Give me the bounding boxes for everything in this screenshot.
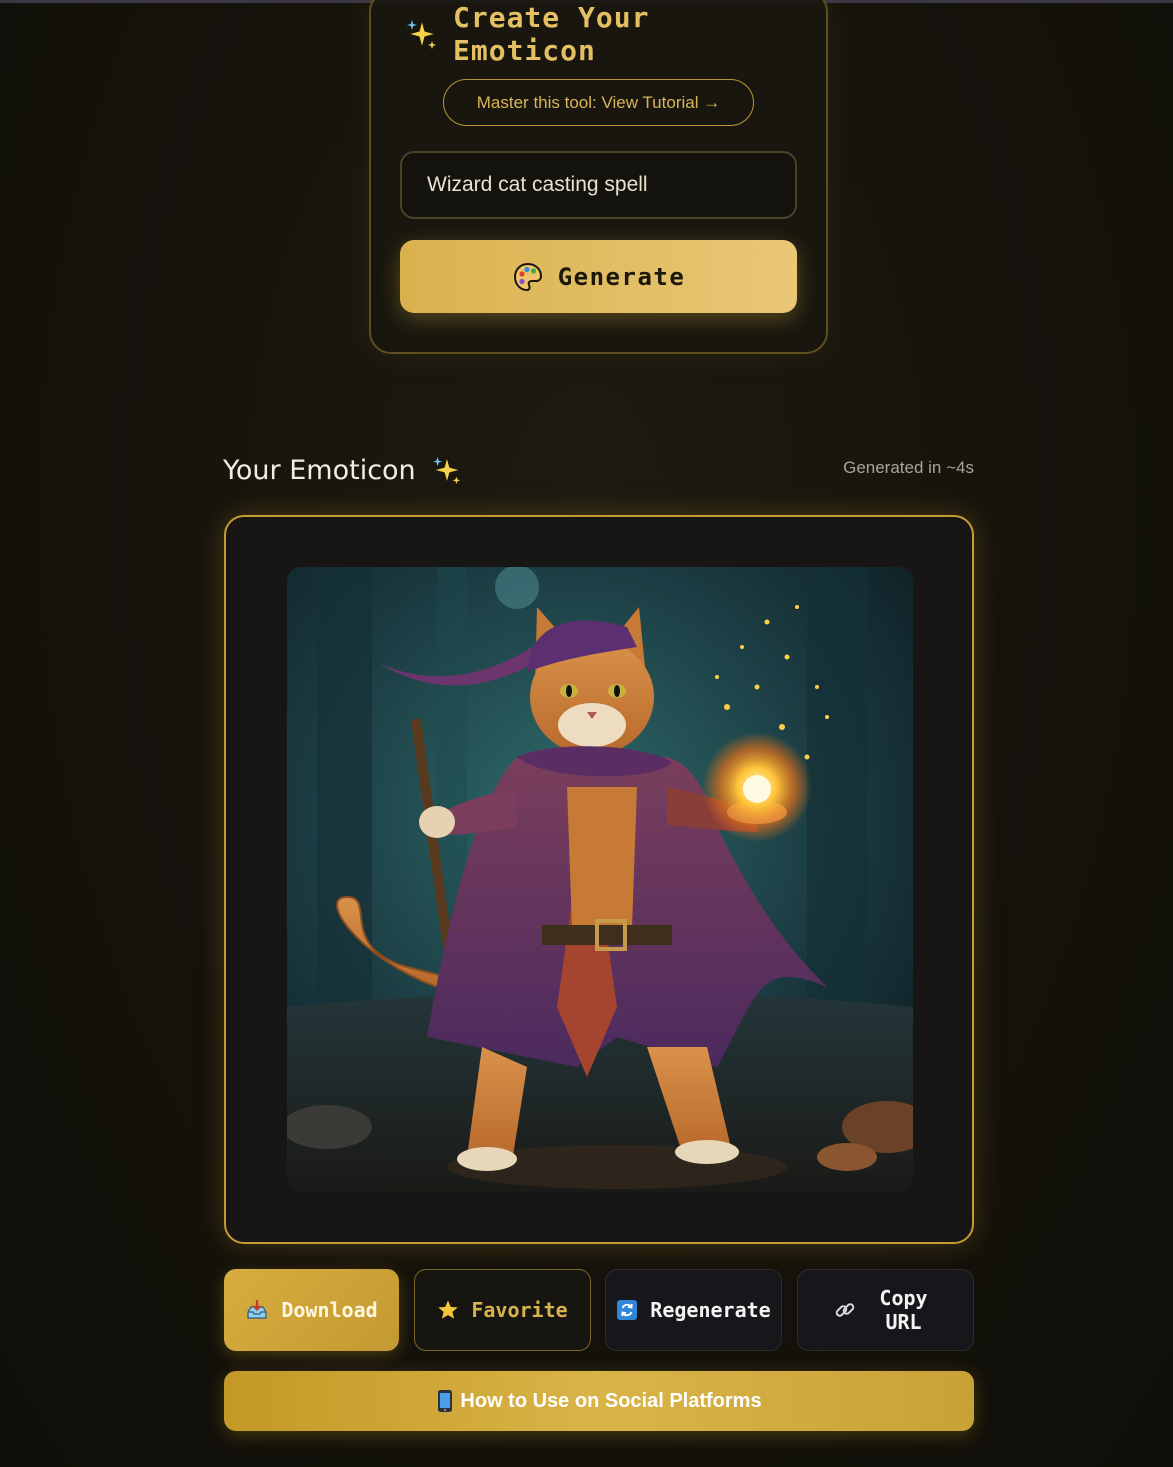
favorite-label: Favorite (471, 1298, 568, 1322)
favorite-button[interactable]: Favorite (414, 1269, 591, 1351)
generate-button[interactable]: Generate (400, 240, 797, 313)
social-platforms-guide-button[interactable]: How to Use on Social Platforms (224, 1371, 974, 1431)
view-tutorial-button[interactable]: Master this tool: View Tutorial → (443, 79, 754, 126)
palette-icon (512, 261, 544, 293)
refresh-icon (616, 1299, 638, 1321)
result-header: Your Emoticon (223, 450, 464, 490)
create-card-header: Create Your Emoticon (405, 1, 805, 67)
download-label: Download (281, 1298, 378, 1322)
regenerate-label: Regenerate (650, 1298, 771, 1322)
sparkles-icon (405, 17, 439, 51)
copy-url-button[interactable]: Copy URL (797, 1269, 974, 1351)
download-button[interactable]: Download (224, 1269, 399, 1351)
create-title: Create Your Emoticon (453, 1, 650, 67)
regenerate-button[interactable]: Regenerate (605, 1269, 782, 1351)
generated-emoticon-image (287, 567, 913, 1193)
inbox-tray-icon (245, 1298, 269, 1322)
star-icon (437, 1299, 459, 1321)
link-icon (833, 1298, 857, 1322)
generation-time: Generated in ~4s (843, 458, 974, 477)
copy-url-label: Copy URL (879, 1286, 928, 1334)
sparkles-icon (430, 453, 464, 487)
result-title: Your Emoticon (223, 454, 416, 486)
mobile-phone-icon (436, 1389, 454, 1413)
social-guide-label: How to Use on Social Platforms (460, 1389, 762, 1412)
prompt-input[interactable]: Wizard cat casting spell (400, 151, 797, 219)
generate-label: Generate (557, 262, 686, 291)
